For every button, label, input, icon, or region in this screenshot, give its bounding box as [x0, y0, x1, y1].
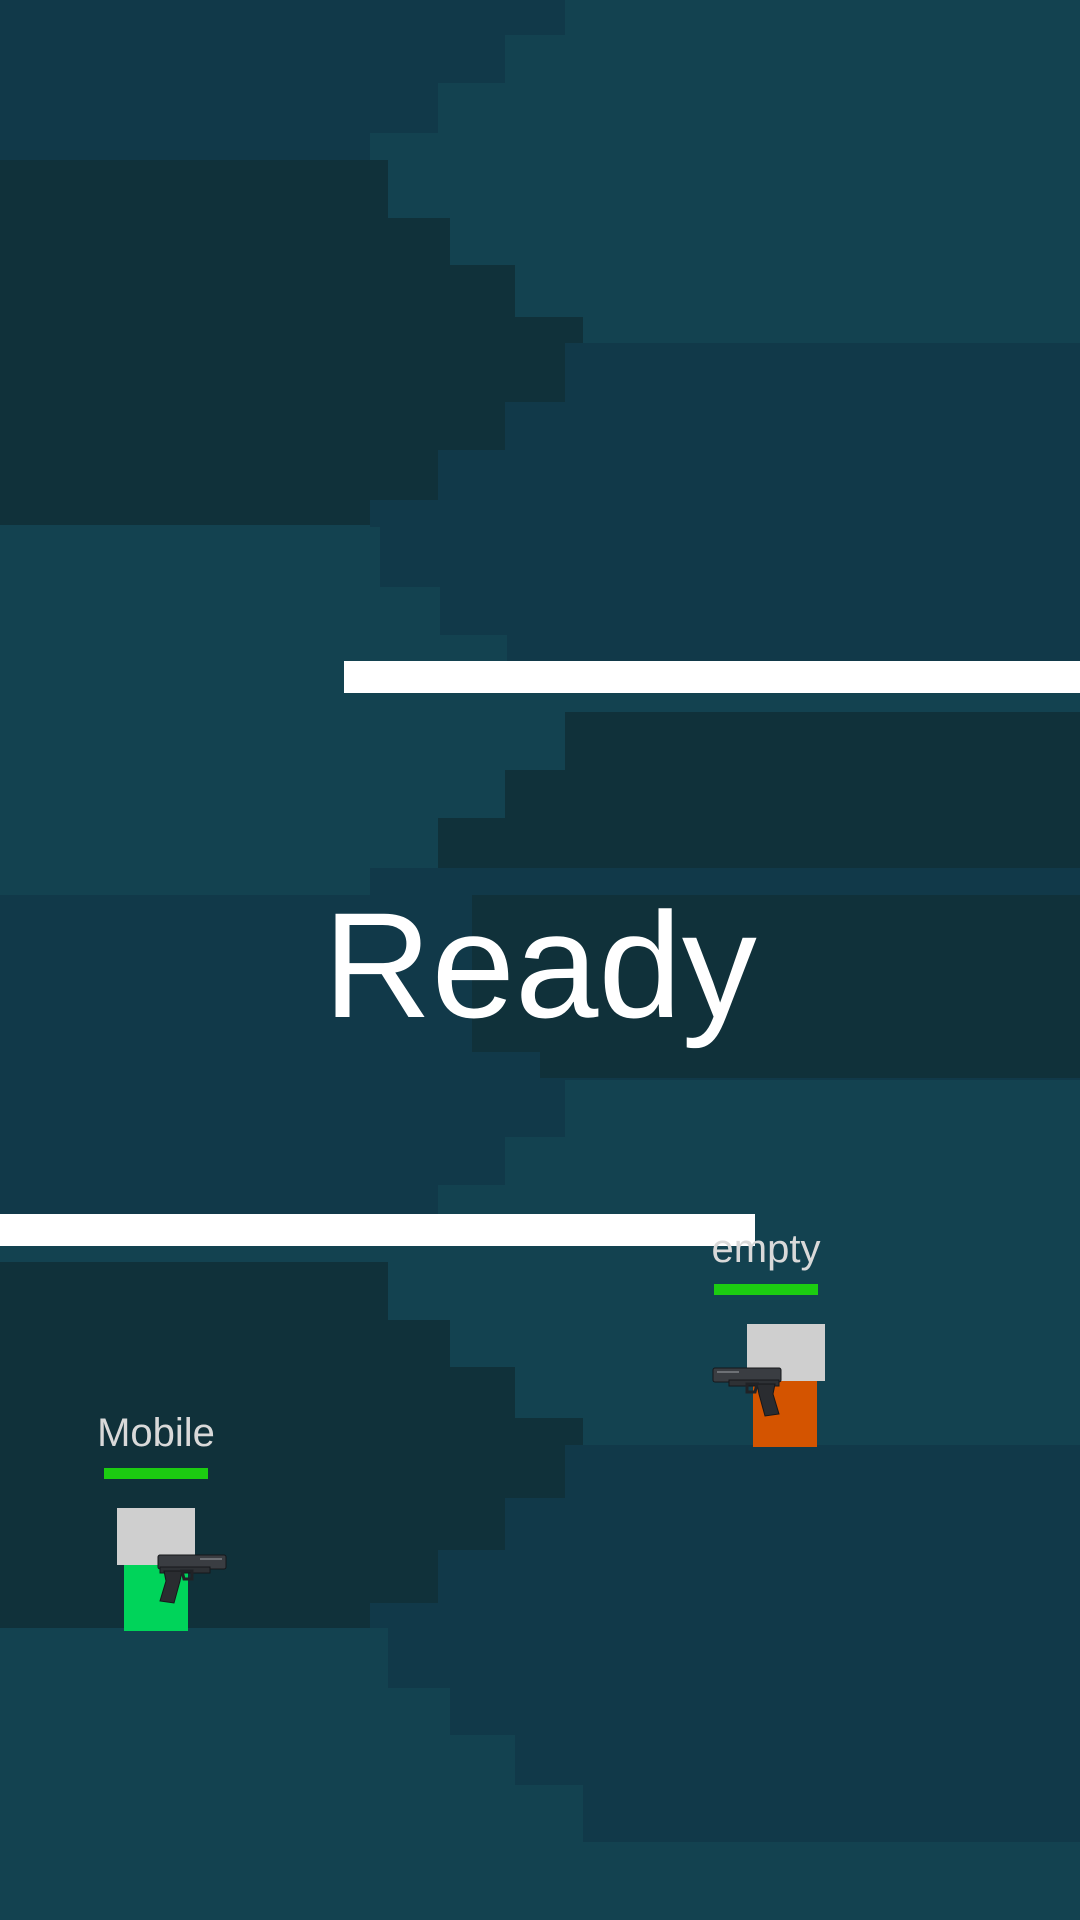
health-bar: [104, 1468, 208, 1479]
ready-status-text: Ready: [323, 881, 757, 1049]
player-mobile: Mobile: [76, 1410, 236, 1640]
player-empty: empty: [686, 1226, 846, 1456]
game-canvas[interactable]: Ready Mobile empty: [0, 0, 1080, 1920]
health-bar: [714, 1284, 818, 1295]
player-name-label: Mobile: [97, 1411, 215, 1455]
player-name-label: empty: [711, 1227, 821, 1271]
pistol-icon: [157, 1554, 227, 1604]
pistol-icon: [712, 1367, 782, 1417]
upper-platform: [344, 661, 1080, 693]
lower-platform: [0, 1214, 755, 1246]
